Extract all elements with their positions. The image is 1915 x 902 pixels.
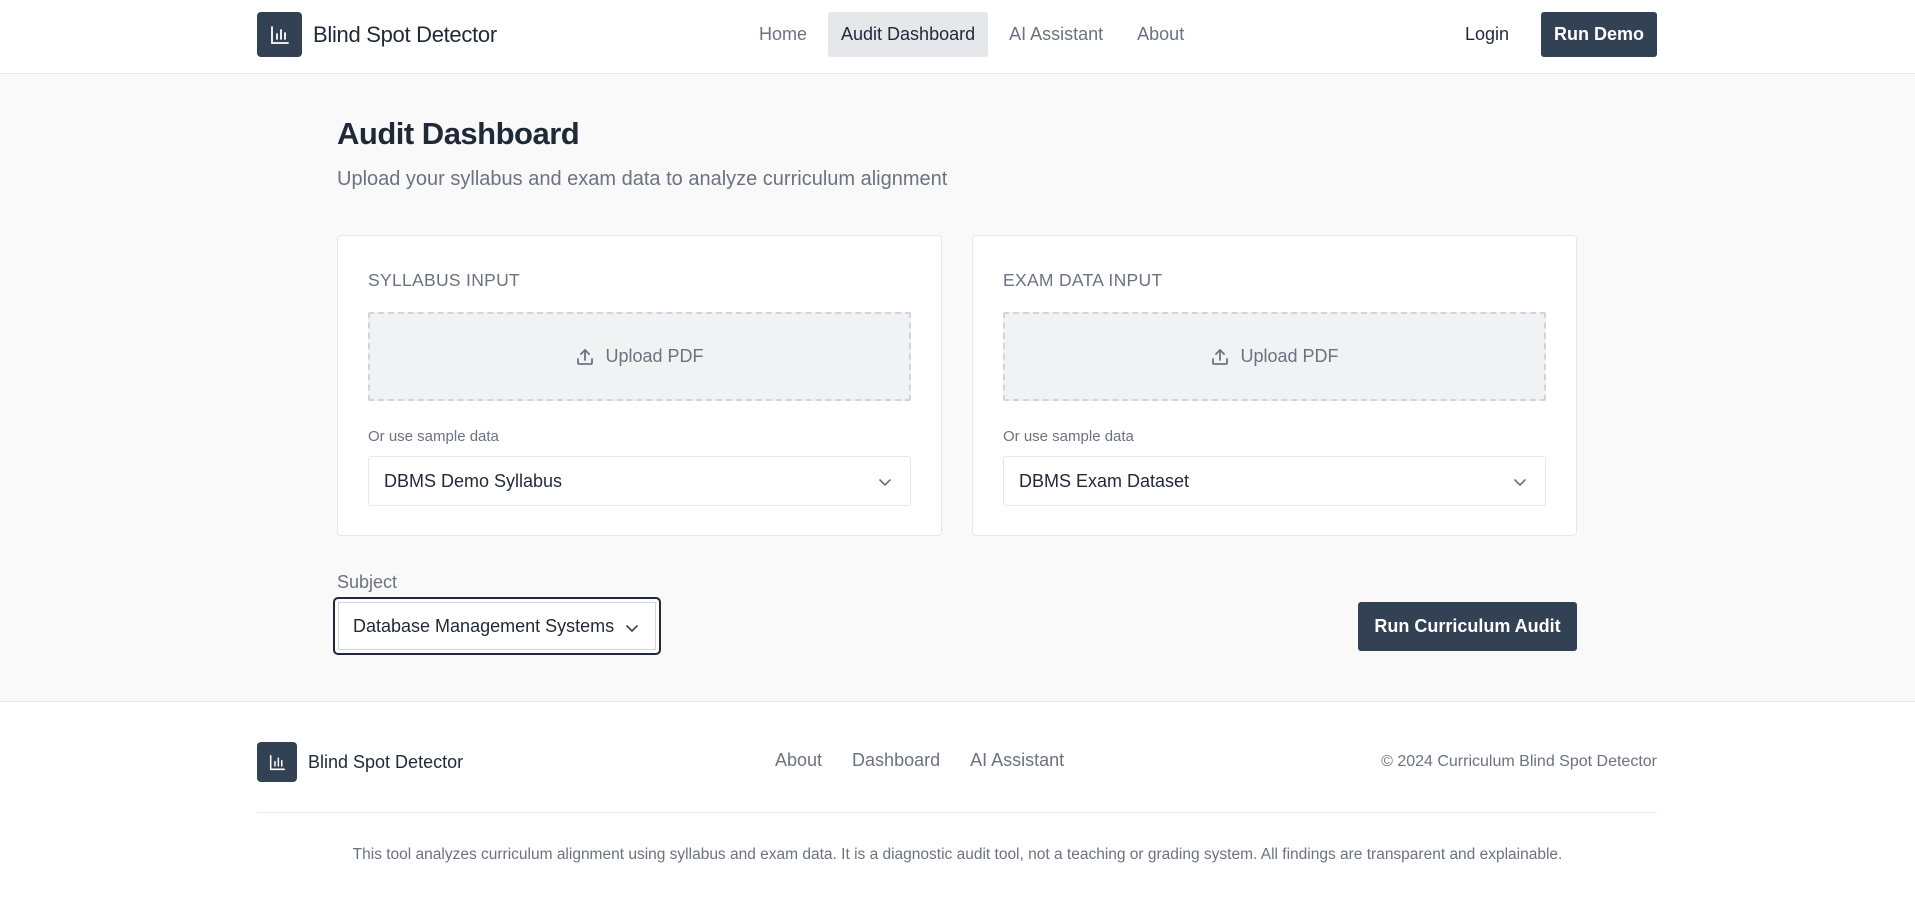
nav-audit-dashboard[interactable]: Audit Dashboard [828,12,989,57]
bar-chart-icon [257,742,297,782]
exam-sample-select[interactable]: DBMS Exam Dataset [1003,456,1546,506]
exam-data-input-card: EXAM DATA INPUT Upload PDF Or use sample… [972,235,1577,536]
page-subtitle: Upload your syllabus and exam data to an… [337,168,948,190]
syllabus-upload-dropzone[interactable]: Upload PDF [368,312,911,401]
exam-sample-value: DBMS Exam Dataset [1019,470,1190,491]
bar-chart-icon [257,12,302,57]
subject-select[interactable]: Database Management Systems [333,597,661,655]
chevron-down-icon [878,475,892,489]
syllabus-card-title: SYLLABUS INPUT [368,270,521,290]
footer-link-dashboard[interactable]: Dashboard [852,750,940,771]
upload-icon [575,347,595,367]
footer-brand-name: Blind Spot Detector [308,751,464,772]
syllabus-sample-value: DBMS Demo Syllabus [384,470,563,491]
brand-name: Blind Spot Detector [313,21,497,47]
run-demo-button[interactable]: Run Demo [1541,12,1657,57]
footer-divider [257,812,1657,813]
syllabus-sample-select[interactable]: DBMS Demo Syllabus [368,456,911,506]
chevron-down-icon [1513,475,1527,489]
nav-about[interactable]: About [1124,12,1197,57]
login-link[interactable]: Login [1465,12,1509,57]
exam-card-title: EXAM DATA INPUT [1003,270,1163,290]
footer-nav: About Dashboard AI Assistant [775,750,1094,771]
upload-icon [1210,347,1230,367]
syllabus-upload-label: Upload PDF [605,346,704,366]
syllabus-input-card: SYLLABUS INPUT Upload PDF Or use sample … [337,235,942,536]
subject-label: Subject [337,572,398,592]
footer-link-ai-assistant[interactable]: AI Assistant [970,750,1064,771]
exam-upload-dropzone[interactable]: Upload PDF [1003,312,1546,401]
exam-sample-label: Or use sample data [1003,428,1134,445]
nav-home[interactable]: Home [746,12,820,57]
copyright-text: © 2024 Curriculum Blind Spot Detector [1381,753,1657,770]
page-title: Audit Dashboard [337,116,580,151]
subject-value: Database Management Systems [353,615,615,636]
brand[interactable]: Blind Spot Detector [257,12,497,57]
main-nav: Home Audit Dashboard AI Assistant About [746,12,1205,57]
chevron-down-icon [625,621,639,635]
run-curriculum-audit-button[interactable]: Run Curriculum Audit [1358,602,1577,651]
syllabus-sample-label: Or use sample data [368,428,499,445]
footer-link-about[interactable]: About [775,750,822,771]
nav-ai-assistant[interactable]: AI Assistant [996,12,1116,57]
footer: Blind Spot Detector About Dashboard AI A… [0,701,1915,902]
footer-brand[interactable]: Blind Spot Detector [257,742,463,782]
exam-upload-label: Upload PDF [1240,346,1339,366]
top-navbar: Blind Spot Detector Home Audit Dashboard… [0,0,1915,74]
footer-disclaimer: This tool analyzes curriculum alignment … [352,846,1563,863]
